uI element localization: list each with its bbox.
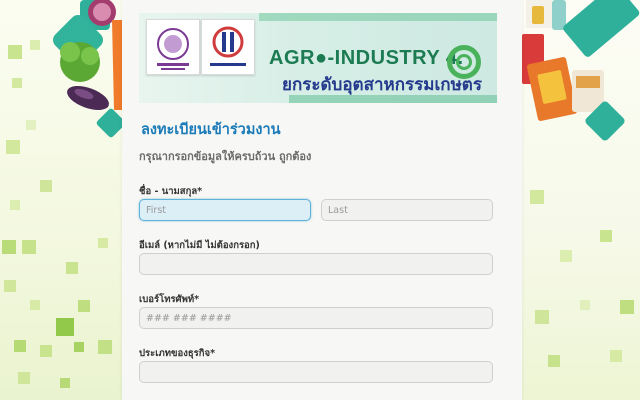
vegetables-image: [53, 0, 124, 138]
business-type-label: ประเภทของธุรกิจ*: [139, 348, 216, 359]
products-image: [522, 0, 640, 141]
phone-label: เบอร์โทรศัพท์*: [139, 294, 200, 305]
ministry-seal-logo: [146, 19, 200, 75]
department-logo: [201, 19, 255, 75]
business-type-input[interactable]: [139, 361, 493, 383]
phone-input[interactable]: [139, 307, 493, 329]
email-label: อีเมล์ (หากไม่มี ไม่ต้องกรอก): [139, 240, 260, 251]
banner-title: AGR●-INDUSTRY 4.: [269, 47, 464, 69]
name-label: ชื่อ - นามสกุล*: [139, 186, 203, 197]
form-description: กรุณากรอกข้อมูลให้ครบถ้วน ถูกต้อง: [139, 150, 312, 163]
first-name-input[interactable]: [139, 199, 311, 221]
event-banner: AGR●-INDUSTRY 4. ยกระดับอุตสาหกรรมเกษตร: [139, 13, 497, 103]
banner-subtitle: ยกระดับอุตสาหกรรมเกษตร: [282, 75, 482, 94]
registration-form-card: AGR●-INDUSTRY 4. ยกระดับอุตสาหกรรมเกษตร …: [122, 0, 522, 400]
form-title: ลงทะเบียนเข้าร่วมงาน: [141, 122, 281, 138]
email-input[interactable]: [139, 253, 493, 275]
last-name-input[interactable]: [321, 199, 493, 221]
